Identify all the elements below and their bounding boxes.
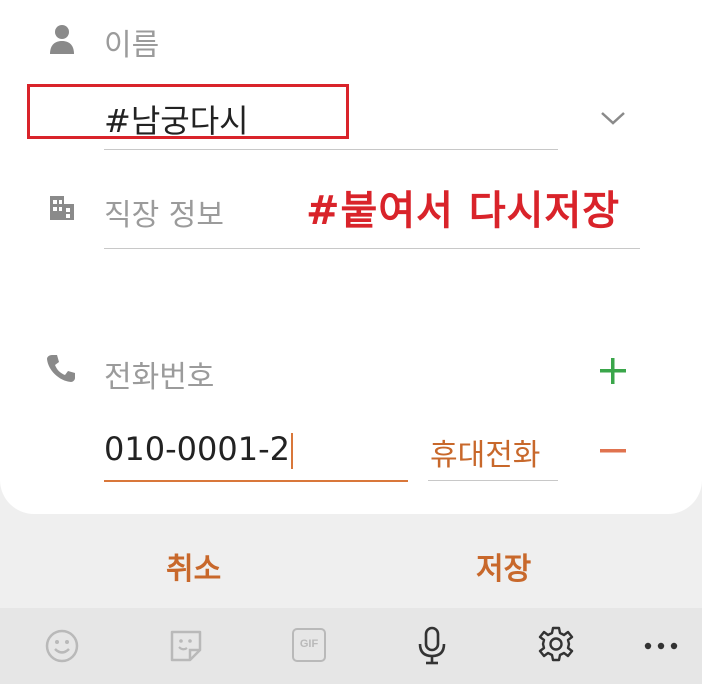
save-button[interactable]: 저장 (476, 544, 531, 588)
microphone-icon[interactable] (416, 626, 448, 666)
settings-icon[interactable] (538, 626, 574, 662)
gif-icon[interactable]: GIF (292, 628, 326, 662)
person-icon (50, 25, 74, 54)
building-icon (50, 196, 74, 220)
name-underline (104, 149, 558, 150)
phone-underline (104, 480, 408, 482)
name-label: 이름 (104, 28, 160, 63)
highlight-box (27, 84, 349, 139)
phone-label: 전화번호 (104, 360, 215, 395)
emoji-icon[interactable] (44, 628, 80, 664)
phone-type-select[interactable]: 휴대전화 (430, 430, 540, 474)
keyboard-toolbar: GIF (0, 608, 702, 684)
phone-type-underline (428, 480, 558, 481)
annotation-text: #붙여서 다시저장 (306, 188, 621, 234)
company-field[interactable]: 직장 정보 (104, 190, 224, 234)
chevron-down-icon[interactable] (600, 110, 626, 126)
phone-input[interactable]: 010-0001-2 (104, 430, 293, 469)
phone-value: 010-0001-2 (104, 430, 290, 468)
contact-edit-card: 이름 #남궁다시 직장 정보 #붙여서 다시저장 전화번호 010-0001-2… (0, 0, 702, 514)
cancel-button[interactable]: 취소 (166, 544, 221, 588)
company-underline (104, 248, 640, 249)
text-cursor (290, 433, 293, 469)
add-phone-icon[interactable] (598, 356, 628, 386)
remove-phone-icon[interactable] (598, 448, 628, 454)
phone-icon (47, 355, 75, 382)
more-icon[interactable] (644, 642, 678, 650)
sticker-icon[interactable] (168, 628, 204, 664)
